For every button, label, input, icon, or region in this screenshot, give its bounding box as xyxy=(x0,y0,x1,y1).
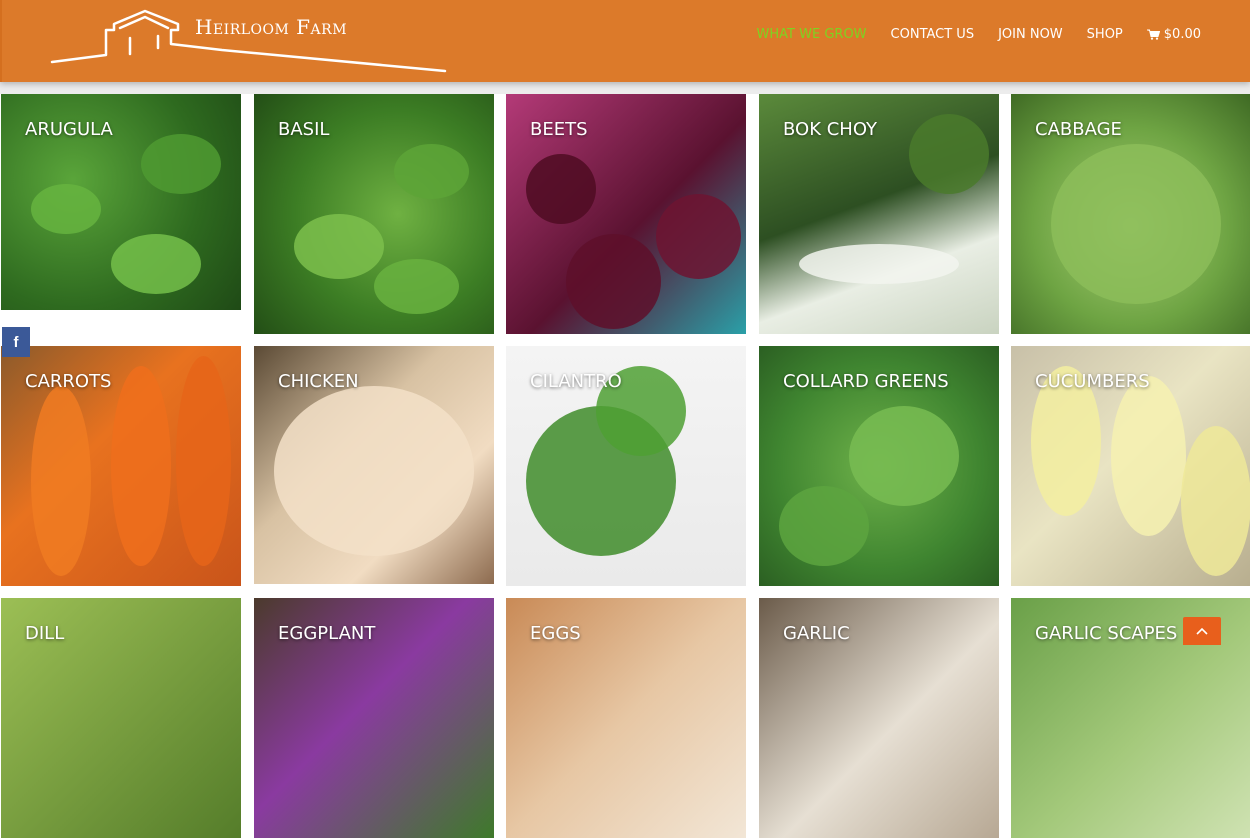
header-edge xyxy=(0,0,2,82)
product-tile-arugula[interactable]: ARUGULA xyxy=(1,94,241,310)
cucumber-shape xyxy=(1111,376,1186,536)
product-tile-cabbage[interactable]: CABBAGE xyxy=(1011,94,1250,334)
product-label: ARUGULA xyxy=(25,119,113,140)
nav-cart[interactable]: $0.00 xyxy=(1146,27,1201,42)
product-label: BEETS xyxy=(530,119,588,140)
carrot-shape xyxy=(176,356,231,566)
carrot-shape xyxy=(31,386,91,576)
leaf-shape xyxy=(909,114,989,194)
facebook-share-button[interactable]: f xyxy=(2,327,30,357)
leaf-shape xyxy=(779,486,869,566)
site-header: Heirloom Farm WHAT WE GROW CONTACT US JO… xyxy=(0,0,1250,82)
facebook-icon: f xyxy=(13,333,19,351)
product-label: EGGPLANT xyxy=(278,623,376,644)
leaf-shape xyxy=(294,214,384,279)
nav-what-we-grow[interactable]: WHAT WE GROW xyxy=(757,27,867,42)
product-tile-eggplant[interactable]: EGGPLANT xyxy=(254,598,494,838)
nav-join-now[interactable]: JOIN NOW xyxy=(998,27,1063,42)
product-tile-bok-choy[interactable]: BOK CHOY xyxy=(759,94,999,334)
leaf-shape xyxy=(111,234,201,294)
product-tile-eggs[interactable]: EGGS xyxy=(506,598,746,838)
stalk-shape xyxy=(799,244,959,284)
product-tile-beets[interactable]: BEETS xyxy=(506,94,746,334)
product-label: GARLIC xyxy=(783,623,850,644)
product-tile-chicken[interactable]: CHICKEN xyxy=(254,346,494,584)
product-grid: ARUGULA BASIL BEETS BOK CHOY CABBAGE CAR… xyxy=(0,94,1250,838)
leaf-shape xyxy=(849,406,959,506)
product-label: CUCUMBERS xyxy=(1035,371,1150,392)
product-label: BOK CHOY xyxy=(783,119,878,140)
product-tile-dill[interactable]: DILL xyxy=(1,598,241,838)
product-label: CHICKEN xyxy=(278,371,359,392)
scroll-to-top-button[interactable] xyxy=(1183,617,1221,645)
main-nav: WHAT WE GROW CONTACT US JOIN NOW SHOP $0… xyxy=(757,27,1201,42)
product-tile-carrots[interactable]: CARROTS xyxy=(1,346,241,586)
product-label: CILANTRO xyxy=(530,371,622,392)
product-label: COLLARD GREENS xyxy=(783,371,949,392)
product-tile-basil[interactable]: BASIL xyxy=(254,94,494,334)
nav-contact-us[interactable]: CONTACT US xyxy=(891,27,975,42)
product-label: CABBAGE xyxy=(1035,119,1122,140)
cabbage-shape xyxy=(1051,144,1221,304)
product-label: DILL xyxy=(25,623,65,644)
header-shadow-band xyxy=(0,82,1250,94)
product-tile-cucumbers[interactable]: CUCUMBERS xyxy=(1011,346,1250,586)
leaf-shape xyxy=(374,259,459,314)
leaf-shape xyxy=(141,134,221,194)
product-label: EGGS xyxy=(530,623,581,644)
product-label: BASIL xyxy=(278,119,330,140)
chicken-shape xyxy=(274,386,474,556)
product-tile-collard-greens[interactable]: COLLARD GREENS xyxy=(759,346,999,586)
site-logo[interactable]: Heirloom Farm xyxy=(50,8,450,76)
logo-text: Heirloom Farm xyxy=(195,15,348,39)
product-tile-cilantro[interactable]: CILANTRO xyxy=(506,346,746,586)
leaf-shape xyxy=(394,144,469,199)
nav-shop[interactable]: SHOP xyxy=(1087,27,1123,42)
beet-shape xyxy=(526,154,596,224)
product-tile-garlic[interactable]: GARLIC xyxy=(759,598,999,838)
leaf-shape xyxy=(31,184,101,234)
shopping-cart-icon xyxy=(1146,29,1160,40)
product-label: GARLIC SCAPES xyxy=(1035,623,1178,644)
cucumber-shape xyxy=(1181,426,1250,576)
cart-total: $0.00 xyxy=(1163,27,1201,42)
carrot-shape xyxy=(111,366,171,566)
beet-shape xyxy=(566,234,661,329)
chevron-up-icon xyxy=(1196,627,1208,635)
product-label: CARROTS xyxy=(25,371,112,392)
beet-shape xyxy=(656,194,741,279)
